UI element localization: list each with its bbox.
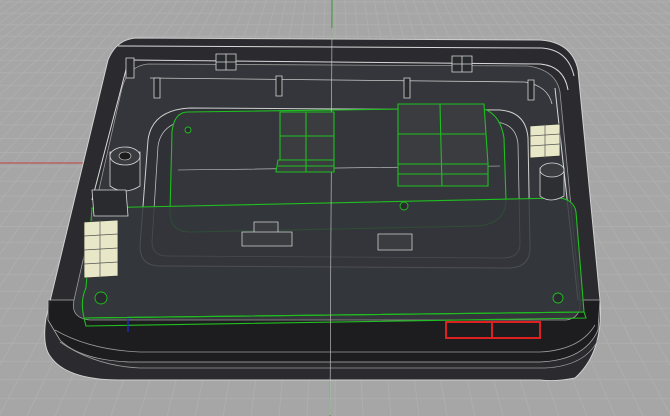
chip-block-right[interactable] xyxy=(397,103,489,187)
highlighted-connector-right[interactable] xyxy=(529,123,561,159)
highlighted-connector-left[interactable] xyxy=(83,219,119,279)
screw-boss-front-right[interactable] xyxy=(552,292,564,304)
left-standoff-hole xyxy=(118,151,132,161)
chip-right-front xyxy=(397,163,489,187)
back-post-5[interactable] xyxy=(527,79,535,101)
back-clip-2[interactable] xyxy=(451,55,473,73)
viewport-canvas[interactable] xyxy=(0,0,670,416)
left-standoff[interactable] xyxy=(109,146,141,192)
chip-block-left[interactable] xyxy=(275,111,335,173)
screw-hole-top-left[interactable] xyxy=(184,126,192,134)
screw-boss-mid[interactable] xyxy=(399,201,409,211)
screw-boss-front-left[interactable] xyxy=(94,291,108,305)
pcb-lower-plate[interactable] xyxy=(81,197,585,319)
right-standoff[interactable] xyxy=(539,162,565,201)
back-post-4[interactable] xyxy=(403,77,411,99)
back-clip-1[interactable] xyxy=(215,53,237,71)
right-standoff-top xyxy=(539,162,565,178)
perspective-viewport[interactable] xyxy=(0,0,670,416)
left-side-clip[interactable] xyxy=(91,189,129,217)
back-post-2[interactable] xyxy=(153,77,161,99)
back-post-3[interactable] xyxy=(275,75,283,97)
bottom-connector-2[interactable] xyxy=(377,233,413,251)
back-post-1[interactable] xyxy=(125,57,135,79)
